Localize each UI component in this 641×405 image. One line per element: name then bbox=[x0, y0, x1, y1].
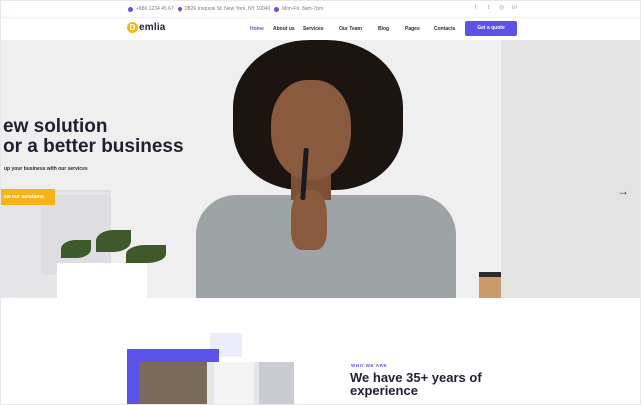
page-frame: +880 1234 45 67 3826 Iroquois St, New Yo… bbox=[0, 0, 641, 405]
nav-item-about-us[interactable]: About us bbox=[273, 26, 295, 32]
get-a-quote-button[interactable]: Get a quote bbox=[465, 21, 517, 36]
nav-item-contacts[interactable]: Contacts bbox=[434, 26, 455, 32]
phone-info[interactable]: +880 1234 45 67 bbox=[128, 6, 174, 12]
hero-title-line: or a better business bbox=[3, 136, 184, 157]
view-solutions-button[interactable]: ew our solutions bbox=[1, 189, 55, 205]
logo-text: emlia bbox=[139, 22, 166, 33]
coffee-cup-image bbox=[479, 272, 501, 298]
section-eyebrow: WHO WE ARE bbox=[351, 363, 388, 368]
site-logo[interactable]: D emlia bbox=[127, 22, 166, 33]
chevron-down-icon: ⌄ bbox=[305, 26, 309, 31]
about-photo bbox=[139, 362, 294, 404]
linkedin-icon[interactable]: in bbox=[511, 4, 518, 12]
section-title: We have 35+ years of experience bbox=[350, 370, 482, 398]
address-text: 3826 Iroquois St, New York, NY 10040 bbox=[185, 6, 271, 12]
facebook-icon[interactable]: f bbox=[472, 4, 479, 12]
social-links: f t ◎ in bbox=[472, 4, 518, 12]
logo-badge: D bbox=[127, 22, 138, 33]
instagram-icon[interactable]: ◎ bbox=[498, 4, 505, 12]
hero-title: ew solution or a better business bbox=[3, 117, 184, 157]
photo-section bbox=[214, 362, 254, 404]
plant-leaf bbox=[96, 230, 131, 252]
plant-leaf bbox=[126, 245, 166, 263]
slider-next-arrow-icon[interactable]: → bbox=[617, 184, 629, 198]
chevron-down-icon: ⌄ bbox=[407, 26, 411, 31]
nav-item-home[interactable]: Home bbox=[250, 26, 264, 32]
hero-section: ew solution or a better business up your… bbox=[1, 40, 640, 298]
person-hand bbox=[291, 190, 327, 250]
photo-section bbox=[259, 362, 294, 404]
clock-icon bbox=[274, 6, 279, 12]
address-info: 3826 Iroquois St, New York, NY 10040 bbox=[177, 6, 271, 12]
hero-title-line: ew solution bbox=[3, 116, 108, 137]
person-face bbox=[271, 80, 351, 180]
chevron-down-icon: ⌄ bbox=[380, 26, 384, 31]
plant-leaf bbox=[61, 240, 91, 258]
top-info-bar: +880 1234 45 67 3826 Iroquois St, New Yo… bbox=[1, 1, 640, 17]
phone-icon bbox=[128, 6, 133, 12]
location-pin-icon bbox=[177, 6, 183, 12]
phone-text: +880 1234 45 67 bbox=[136, 6, 174, 12]
hero-subtitle: up your business with our services bbox=[4, 166, 88, 172]
chevron-down-icon: ⌄ bbox=[341, 26, 345, 31]
plant-pot bbox=[57, 263, 147, 298]
photo-section bbox=[139, 362, 207, 404]
hours-text: Mon-Fri: 8am-7pm bbox=[282, 6, 324, 12]
hero-backdrop bbox=[501, 40, 640, 298]
main-nav: D emlia Home About us Services ⌄ Our Team… bbox=[1, 18, 640, 40]
twitter-icon[interactable]: t bbox=[485, 4, 492, 12]
hours-info: Mon-Fri: 8am-7pm bbox=[274, 6, 323, 12]
